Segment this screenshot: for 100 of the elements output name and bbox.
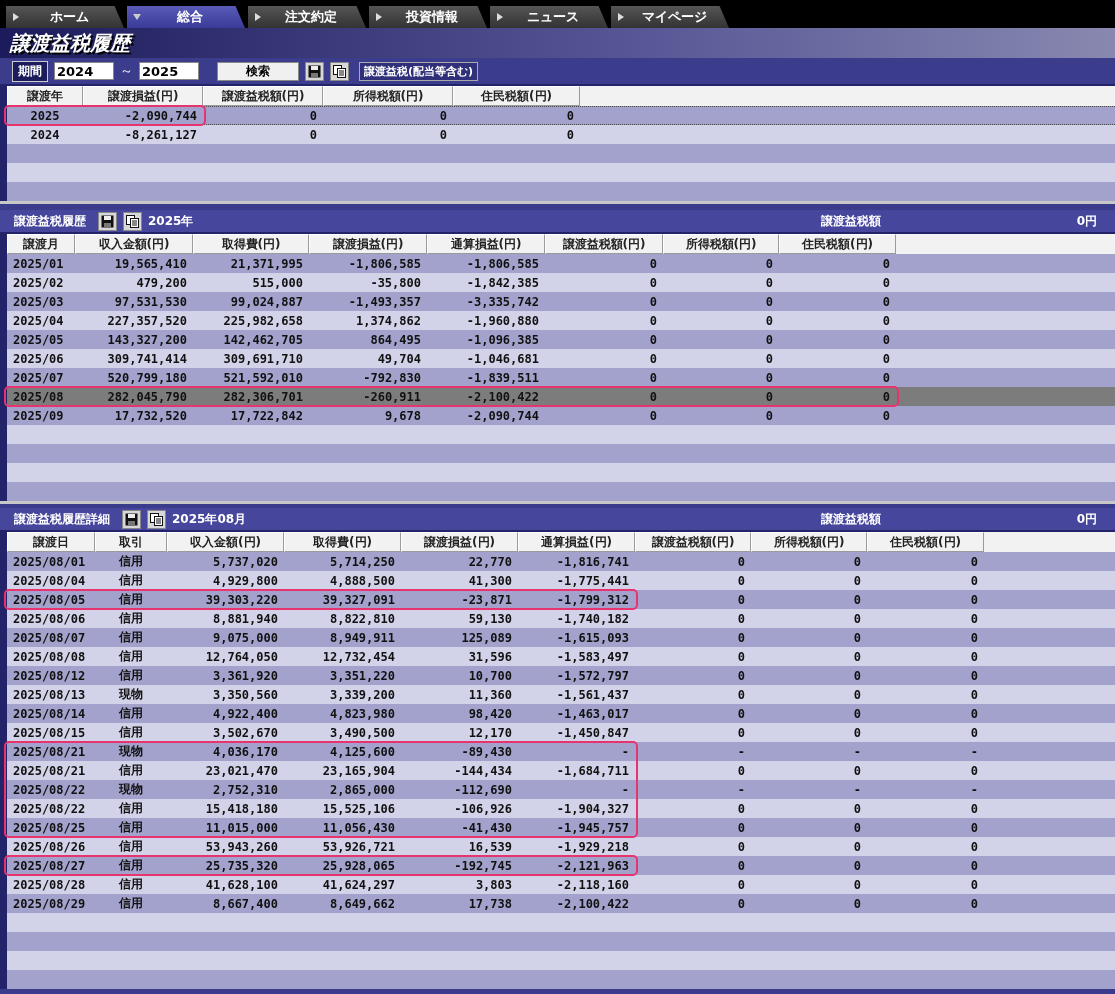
to-year-field[interactable]: 2025: [139, 62, 199, 80]
table-cell-text: 0: [852, 877, 862, 892]
column-header[interactable]: 譲渡益税額(円): [635, 532, 751, 552]
nav-tab[interactable]: 総合: [127, 6, 245, 28]
table-cell-text: 17,738: [467, 896, 513, 911]
table-cell-text: 0: [852, 611, 862, 626]
table-row[interactable]: 2025 -2,090,744 0 0 0: [7, 106, 1115, 125]
table-row[interactable]: 2025/08/15 信用 3,502,670 3,490,500 12,170 -1,450,847 0 0 0: [7, 723, 1115, 742]
column-header[interactable]: 取得費(円): [193, 234, 309, 254]
table-row[interactable]: 2025/08/04 信用 4,929,800 4,888,500 41,300 -1,775,441 0 0 0: [7, 571, 1115, 590]
nav-tab[interactable]: 投資情報: [369, 6, 487, 28]
column-header[interactable]: 収入金額(円): [167, 532, 284, 552]
table-row[interactable]: 2025/02 479,200 515,000 -35,800 -1,842,385 0 0 0: [7, 273, 1115, 292]
table-row[interactable]: 2025/04 227,357,520 225,982,658 1,374,862 -1,960,880 0 0 0: [7, 311, 1115, 330]
table-row[interactable]: 2025/05 143,327,200 142,462,705 864,495 -1,096,385 0 0 0: [7, 330, 1115, 349]
table-cell-text: 0: [969, 706, 979, 721]
table-cell-text: 2025/08/28: [12, 877, 87, 892]
table-cell-text: 5,714,250: [328, 554, 396, 569]
column-header[interactable]: 譲渡損益(円): [401, 532, 518, 552]
copy-button[interactable]: [123, 211, 142, 231]
copy-icon: [126, 214, 139, 228]
column-header[interactable]: 通算損益(円): [518, 532, 635, 552]
table-cell-text: 0: [736, 687, 746, 702]
column-header[interactable]: 所得税額(円): [323, 86, 453, 106]
table-cell-text: 21,371,995: [229, 256, 304, 271]
column-header[interactable]: 通算損益(円): [427, 234, 545, 254]
nav-tab[interactable]: 注文約定: [248, 6, 366, 28]
table-row[interactable]: 2025/01 19,565,410 21,371,995 -1,806,585 -1,806,585 0 0 0: [7, 254, 1115, 273]
table-row[interactable]: 2025/07 520,799,180 521,592,010 -792,830 -1,839,511 0 0 0: [7, 368, 1115, 387]
table-row[interactable]: 2025/08/21 現物 4,036,170 4,125,600 -89,430 - - - -: [7, 742, 1115, 761]
table-row[interactable]: 2025/08/14 信用 4,922,400 4,823,980 98,420 -1,463,017 0 0 0: [7, 704, 1115, 723]
table-cell-text: 0: [969, 630, 979, 645]
column-header[interactable]: 収入金額(円): [75, 234, 193, 254]
table-row[interactable]: 2025/08/29 信用 8,667,400 8,649,662 17,738 -2,100,422 0 0 0: [7, 894, 1115, 913]
caret-right-icon: [375, 13, 383, 21]
table-row[interactable]: 2025/08/28 信用 41,628,100 41,624,297 3,803 -2,118,160 0 0 0: [7, 875, 1115, 894]
column-header[interactable]: 譲渡月: [7, 234, 75, 254]
table-row[interactable]: 2025/08/07 信用 9,075,000 8,949,911 125,089 -1,615,093 0 0 0: [7, 628, 1115, 647]
table-row[interactable]: 2025/03 97,531,530 99,024,887 -1,493,357 -3,335,742 0 0 0: [7, 292, 1115, 311]
table-cell-text: 2025/08/25: [12, 820, 87, 835]
table-cell-text: 479,200: [135, 275, 188, 290]
copy-button[interactable]: [147, 509, 166, 529]
save-button[interactable]: [98, 211, 117, 231]
table-row[interactable]: 2025/06 309,741,414 309,691,710 49,704 -1,046,681 0 0 0: [7, 349, 1115, 368]
table-row[interactable]: 2025/08/06 信用 8,881,940 8,822,810 59,130 -1,740,182 0 0 0: [7, 609, 1115, 628]
column-header[interactable]: 取引: [95, 532, 167, 552]
table-cell-text: 3,351,220: [328, 668, 396, 683]
table-row[interactable]: 2025/08/21 信用 23,021,470 23,165,904 -144,434 -1,684,711 0 0 0: [7, 761, 1115, 780]
column-header[interactable]: 譲渡日: [7, 532, 95, 552]
from-year-field[interactable]: 2024: [54, 62, 114, 80]
table-cell-text: 2025/08/22: [12, 801, 87, 816]
table-cell-text: 0: [648, 370, 658, 385]
table-cell-text: -1,450,847: [555, 725, 630, 740]
nav-tab[interactable]: マイページ: [611, 6, 729, 28]
save-icon: [308, 64, 321, 78]
table-cell-text: 0: [852, 687, 862, 702]
table-cell-text: -2,121,963: [555, 858, 630, 873]
table-cell-text: 2025/08/12: [12, 668, 87, 683]
column-header[interactable]: 譲渡損益(円): [309, 234, 427, 254]
column-header[interactable]: 住民税額(円): [453, 86, 580, 106]
table-cell-text: -: [736, 782, 746, 797]
column-header[interactable]: 取得費(円): [284, 532, 401, 552]
column-header[interactable]: 譲渡益税額(円): [203, 86, 323, 106]
table-cell-text: 2,752,310: [211, 782, 279, 797]
column-header[interactable]: 譲渡年: [7, 86, 83, 106]
table-cell-text: -1,684,711: [555, 763, 630, 778]
table-row[interactable]: 2025/08/22 現物 2,752,310 2,865,000 -112,690 - - - -: [7, 780, 1115, 799]
table-cell-text: 2025/08/06: [12, 611, 87, 626]
column-header[interactable]: 住民税額(円): [779, 234, 896, 254]
nav-tab[interactable]: ニュース: [490, 6, 608, 28]
table-cell-text: -2,100,422: [555, 896, 630, 911]
table-cell-text: 143,327,200: [106, 332, 188, 347]
table-cell-text: 信用: [117, 629, 144, 646]
table-row[interactable]: 2024 -8,261,127 0 0 0: [7, 125, 1115, 144]
column-header[interactable]: 譲渡益税額(円): [545, 234, 663, 254]
table-cell-text: 2025/08/04: [12, 573, 87, 588]
table-cell-text: 0: [648, 275, 658, 290]
search-button[interactable]: 検索: [217, 61, 299, 81]
column-header[interactable]: 所得税額(円): [663, 234, 779, 254]
table-row[interactable]: 2025/08/22 信用 15,418,180 15,525,106 -106,926 -1,904,327 0 0 0: [7, 799, 1115, 818]
mode-button[interactable]: 譲渡益税(配当等含む): [359, 61, 479, 81]
nav-tab[interactable]: ホーム: [6, 6, 124, 28]
table-cell-text: 0: [736, 896, 746, 911]
table-row[interactable]: 2025/08/12 信用 3,361,920 3,351,220 10,700 -1,572,797 0 0 0: [7, 666, 1115, 685]
column-header[interactable]: 所得税額(円): [751, 532, 867, 552]
table-cell-text: 0: [969, 877, 979, 892]
table-row[interactable]: 2025/08/13 現物 3,350,560 3,339,200 11,360 -1,561,437 0 0 0: [7, 685, 1115, 704]
table-row[interactable]: 2025/08/08 信用 12,764,050 12,732,454 31,596 -1,583,497 0 0 0: [7, 647, 1115, 666]
copy-button[interactable]: [330, 61, 349, 81]
table-row[interactable]: 2025/08/25 信用 11,015,000 11,056,430 -41,430 -1,945,757 0 0 0: [7, 818, 1115, 837]
table-row[interactable]: 2025/09 17,732,520 17,722,842 9,678 -2,090,744 0 0 0: [7, 406, 1115, 425]
save-button[interactable]: [122, 509, 141, 529]
column-header[interactable]: 住民税額(円): [867, 532, 984, 552]
table-cell-text: 53,926,721: [321, 839, 396, 854]
save-button[interactable]: [305, 61, 324, 81]
table-row[interactable]: 2025/08/01 信用 5,737,020 5,714,250 22,770 -1,816,741 0 0 0: [7, 552, 1115, 571]
column-header[interactable]: 譲渡損益(円): [83, 86, 203, 106]
table-cell-text: 3,490,500: [328, 725, 396, 740]
table-cell-text: 0: [736, 554, 746, 569]
table-cell-text: 信用: [117, 572, 144, 589]
